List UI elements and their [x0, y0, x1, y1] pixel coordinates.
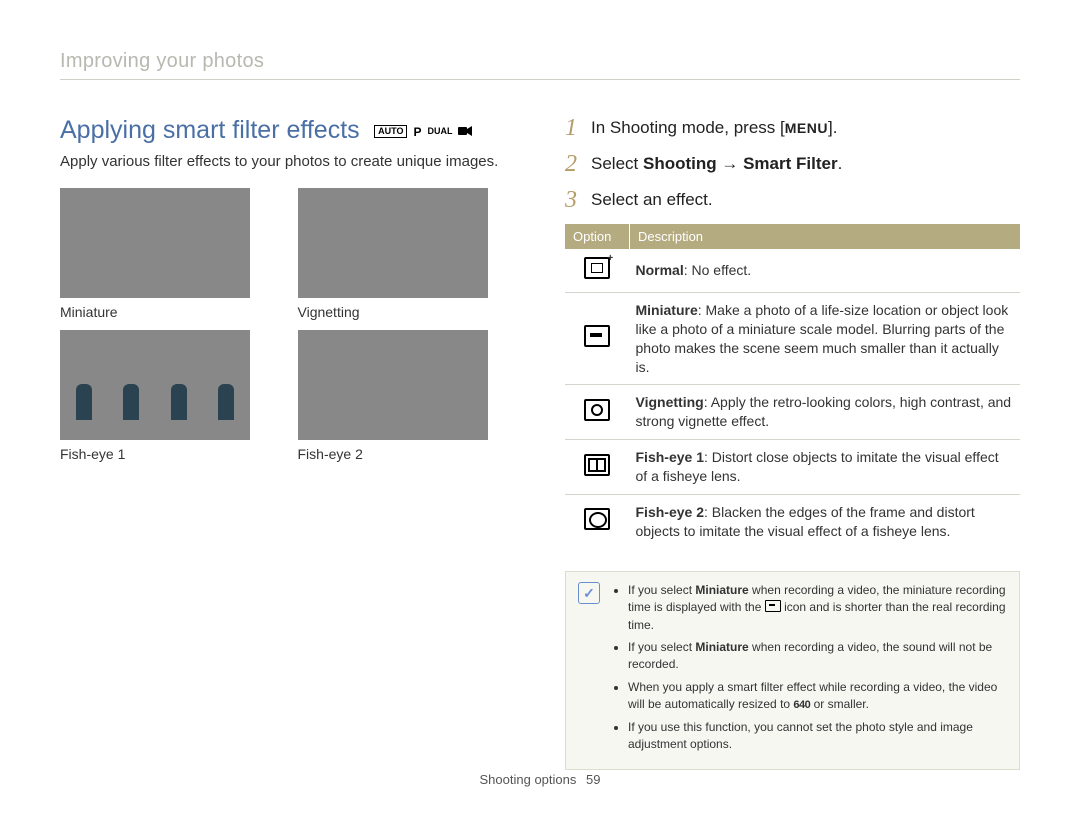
desc-vignetting: Vignetting: Apply the retro-looking colo…: [630, 385, 1021, 440]
left-column: Applying smart filter effects AUTO P DUA…: [60, 116, 515, 770]
note-item-4: If you use this function, you cannot set…: [628, 719, 1007, 754]
note-list: If you select Miniature when recording a…: [612, 582, 1007, 759]
manual-page: Improving your photos Applying smart fil…: [0, 0, 1080, 815]
row-fisheye2: Fish-eye 2: Blacken the edges of the fra…: [565, 495, 1020, 549]
mode-dual-icon: DUAL: [427, 127, 452, 136]
miniature-rec-icon: [765, 600, 781, 612]
step-2-smartfilter: Smart Filter: [743, 154, 837, 173]
step-3-text: Select an effect.: [591, 188, 713, 212]
row-vignetting: Vignetting: Apply the retro-looking colo…: [565, 385, 1020, 440]
title-fisheye2: Fish-eye 2: [636, 504, 704, 520]
th-option: Option: [565, 224, 630, 249]
mode-icons: AUTO P DUAL: [374, 125, 472, 138]
n1bold: Miniature: [695, 583, 748, 597]
sample-miniature: Miniature: [60, 188, 278, 320]
sample-fisheye2: Fish-eye 2: [298, 330, 516, 462]
caption-fisheye1: Fish-eye 1: [60, 446, 278, 462]
desc-miniature: Miniature: Make a photo of a life-size l…: [630, 292, 1021, 385]
step-1-text-b: ].: [828, 118, 837, 137]
step-1-text-a: In Shooting mode, press [: [591, 118, 785, 137]
title-vignetting: Vignetting: [636, 394, 704, 410]
title-fisheye1: Fish-eye 1: [636, 449, 704, 465]
right-column: 1 In Shooting mode, press [MENU]. 2 Sele…: [565, 116, 1020, 770]
row-miniature: Miniature: Make a photo of a life-size l…: [565, 292, 1020, 385]
sample-fisheye1: Fish-eye 1: [60, 330, 278, 462]
step-3-number: 3: [565, 188, 591, 212]
n3b: or smaller.: [810, 697, 869, 711]
content-columns: Applying smart filter effects AUTO P DUA…: [60, 116, 1020, 770]
icon-normal: [565, 249, 630, 292]
step-2-text-e: .: [838, 154, 843, 173]
menu-button-label: MENU: [785, 120, 828, 136]
icon-fisheye2: [565, 495, 630, 549]
mode-p-icon: P: [413, 126, 421, 138]
options-table: Option Description Normal: No effect. Mi…: [565, 224, 1020, 549]
n2bold: Miniature: [695, 640, 748, 654]
step-2-shooting: Shooting: [643, 154, 717, 173]
desc-normal: Normal: No effect.: [630, 249, 1021, 292]
caption-vignetting: Vignetting: [298, 304, 516, 320]
n2a: If you select: [628, 640, 695, 654]
desc-fisheye2: Fish-eye 2: Blacken the edges of the fra…: [630, 495, 1021, 549]
desc-fisheye1: Fish-eye 1: Distort close objects to imi…: [630, 440, 1021, 495]
step-1-number: 1: [565, 116, 591, 140]
step-1-text: In Shooting mode, press [MENU].: [591, 116, 837, 140]
caption-fisheye2: Fish-eye 2: [298, 446, 516, 462]
note-item-2: If you select Miniature when recording a…: [628, 639, 1007, 674]
thumb-fisheye1: [60, 330, 250, 440]
row-fisheye1: Fish-eye 1: Distort close objects to imi…: [565, 440, 1020, 495]
thumb-fisheye2: [298, 330, 488, 440]
thumb-miniature: [60, 188, 250, 298]
mode-video-icon: [458, 126, 472, 138]
caption-miniature: Miniature: [60, 304, 278, 320]
note-box: ✓ If you select Miniature when recording…: [565, 571, 1020, 770]
step-3: 3 Select an effect.: [565, 188, 1020, 212]
icon-miniature: [565, 292, 630, 385]
step-2-number: 2: [565, 152, 591, 176]
note-item-3: When you apply a smart filter effect whi…: [628, 679, 1007, 714]
page-title: Applying smart filter effects: [60, 116, 360, 145]
step-2-arrow: →: [717, 154, 743, 173]
row-normal: Normal: No effect.: [565, 249, 1020, 292]
n1a: If you select: [628, 583, 695, 597]
step-2-text-a: Select: [591, 154, 643, 173]
sample-grid: Miniature Vignetting Fish-eye 1 Fish-eye…: [60, 188, 515, 462]
page-footer: Shooting options 59: [0, 772, 1080, 787]
page-number: 59: [586, 772, 600, 787]
footer-section: Shooting options: [480, 772, 577, 787]
res-640-label: 640: [793, 699, 810, 711]
title-normal: Normal: [636, 262, 684, 278]
note-item-1: If you select Miniature when recording a…: [628, 582, 1007, 634]
icon-fisheye1: [565, 440, 630, 495]
th-description: Description: [630, 224, 1021, 249]
text-normal: : No effect.: [684, 262, 751, 278]
intro-text: Apply various filter effects to your pho…: [60, 153, 515, 170]
icon-vignetting: [565, 385, 630, 440]
thumb-vignetting: [298, 188, 488, 298]
step-2: 2 Select Shooting → Smart Filter.: [565, 152, 1020, 176]
note-icon: ✓: [578, 582, 600, 604]
step-2-text: Select Shooting → Smart Filter.: [591, 152, 842, 176]
breadcrumb: Improving your photos: [60, 50, 1020, 80]
title-miniature: Miniature: [636, 302, 698, 318]
sample-vignetting: Vignetting: [298, 188, 516, 320]
step-1: 1 In Shooting mode, press [MENU].: [565, 116, 1020, 140]
mode-auto-icon: AUTO: [374, 125, 407, 138]
